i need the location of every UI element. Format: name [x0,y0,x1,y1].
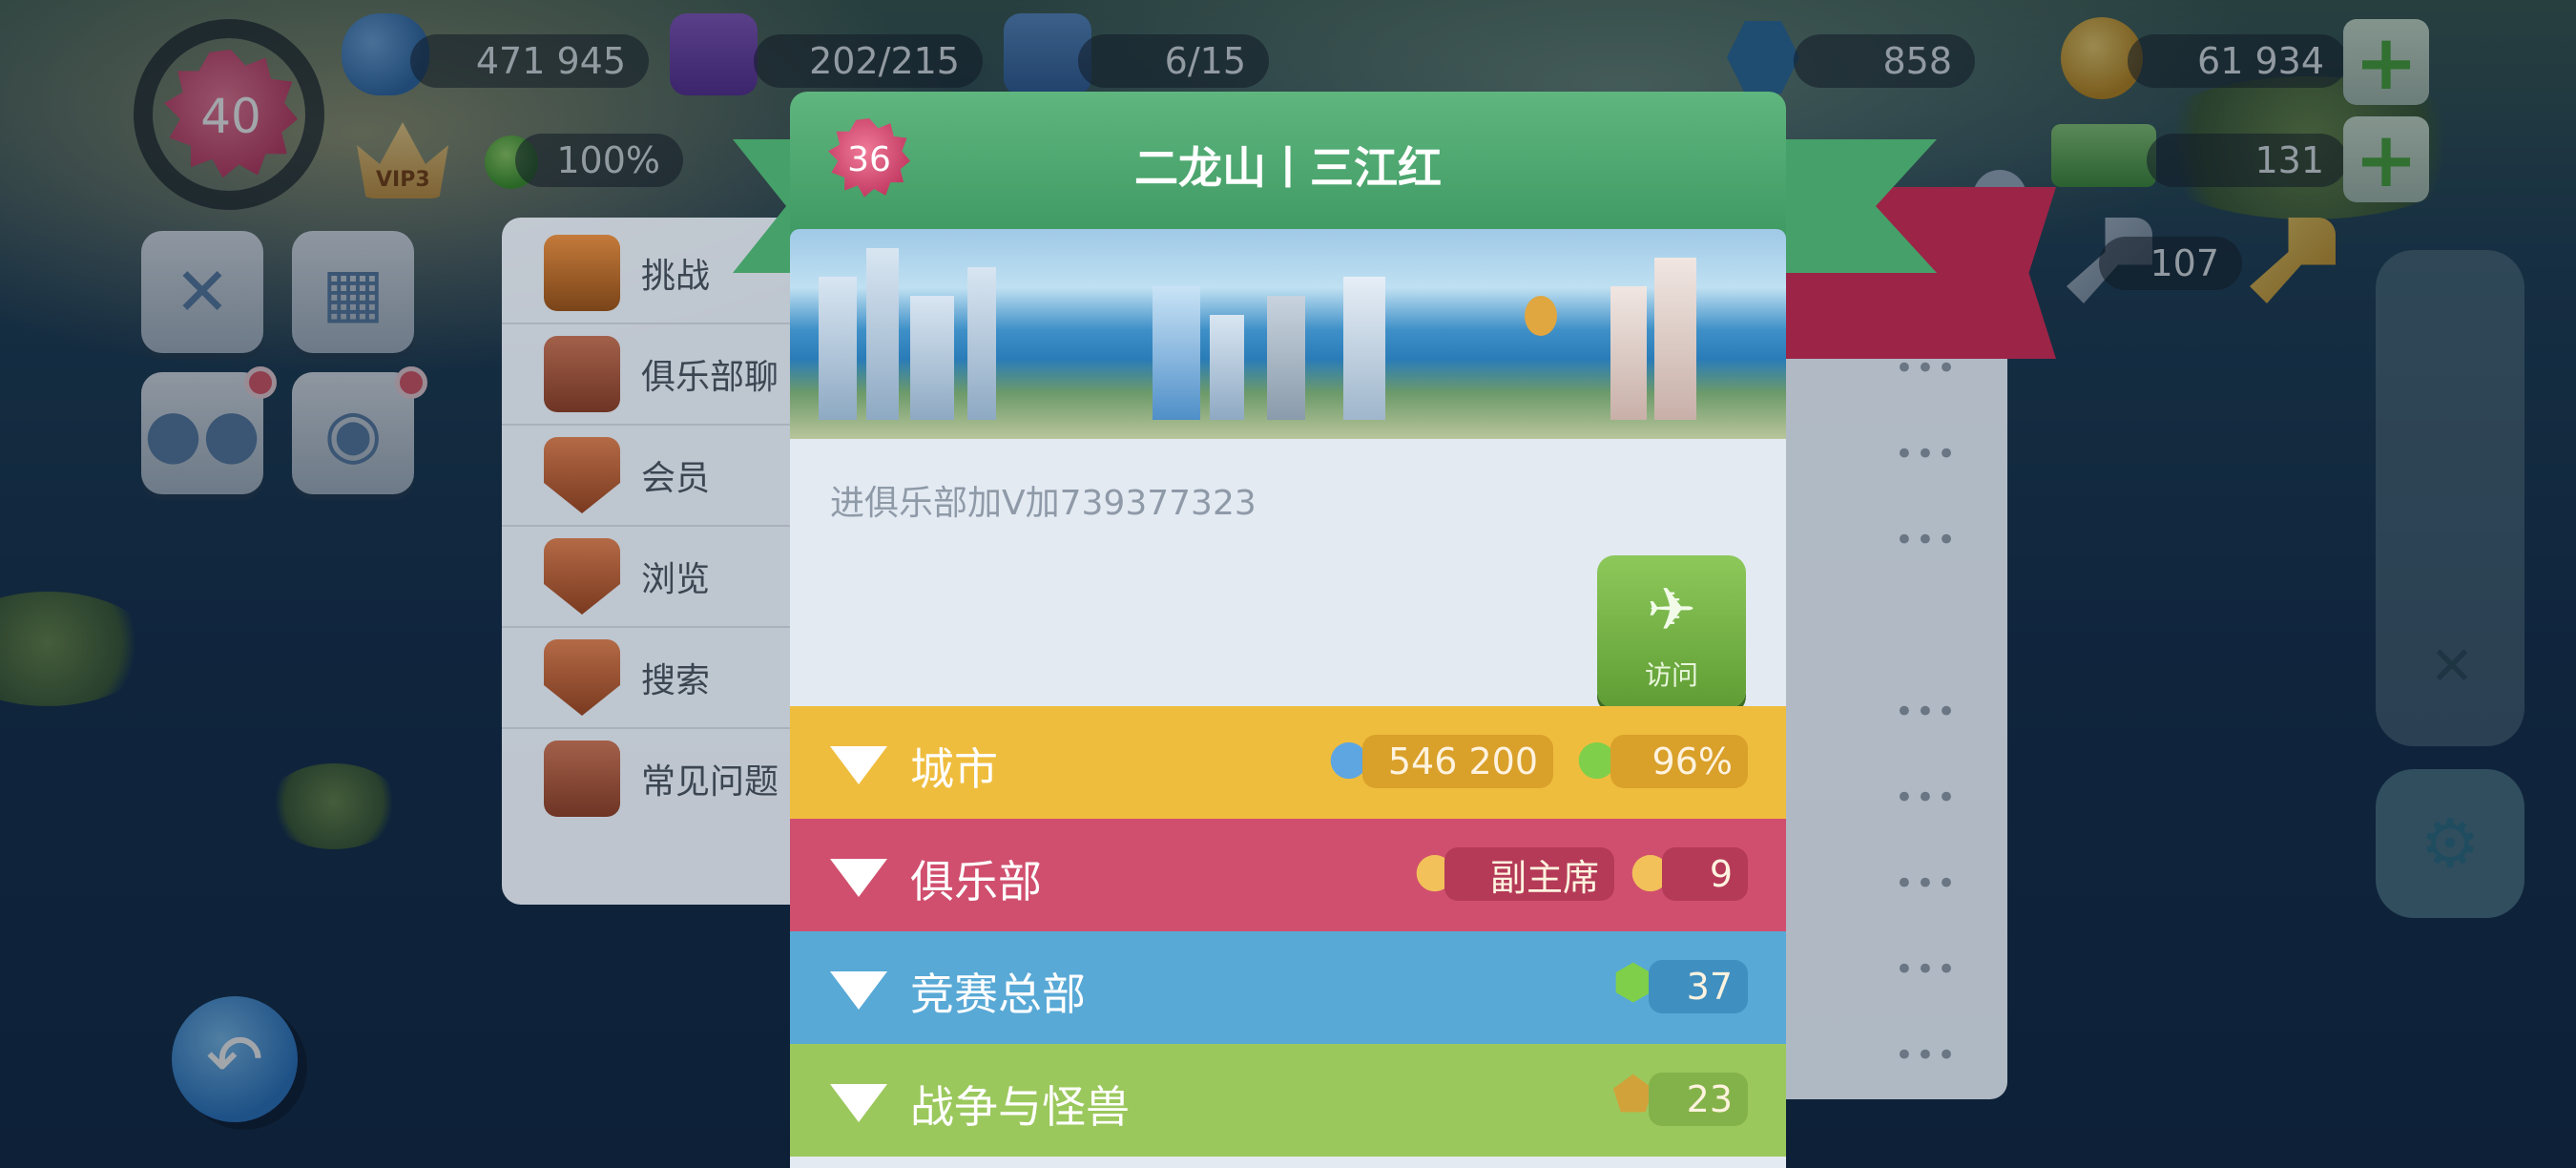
building [1654,258,1696,420]
row-label: 战争与怪兽 [910,1081,1130,1133]
visit-label: 访问 [1644,659,1698,691]
row-contest-hq[interactable]: 竞赛总部 ⬢ 37 [790,931,1786,1044]
hot-air-balloon-icon [1525,296,1557,336]
club-list-panel: ••• ••• ••• ••• ••• ••• ••• ••• [1775,321,2007,1099]
expand-triangle-icon[interactable] [830,859,887,897]
row-label: 俱乐部 [910,856,1042,907]
menu-item-label: 俱乐部聊 [641,358,779,397]
airplane-icon: ✈ [1647,574,1696,644]
city-population-value: 546 200 [1387,740,1538,782]
building [1610,286,1647,420]
menu-item-label: 常见问题 [641,762,779,802]
chat-bubble-icon [544,336,620,412]
expand-triangle-icon[interactable] [830,746,887,784]
more-options-icon[interactable]: ••• [1895,865,1958,903]
visit-button[interactable]: ✈ 访问 [1597,555,1746,708]
club-side-menu: 挑战 俱乐部聊 会员 浏览 搜索 常见问题 [502,218,817,905]
menu-item-members[interactable]: 会员 [502,426,817,527]
menu-item-label: 浏览 [641,560,711,599]
club-name: 二龙山丨三江红 [1134,142,1442,194]
faq-book-icon [544,740,620,817]
menu-item-label: 搜索 [641,661,711,700]
more-options-icon[interactable]: ••• [1895,435,1958,473]
more-options-icon[interactable]: ••• [1895,693,1958,731]
city-banner-image [790,229,1786,439]
menu-item-label: 会员 [641,459,711,498]
club-role-value: 副主席 [1489,856,1599,899]
city-population-stat: 546 200 [1362,735,1553,788]
building [866,248,899,420]
menu-item-browse[interactable]: 浏览 [502,527,817,628]
more-options-icon[interactable]: ••• [1895,521,1958,559]
more-options-icon[interactable]: ••• [1895,779,1958,817]
treasure-chest-icon [544,235,620,311]
city-happiness-stat: 96% [1610,735,1748,788]
expand-triangle-icon[interactable] [830,1084,887,1122]
building [1153,286,1200,420]
contest-value: 37 [1686,966,1733,1008]
club-description: 进俱乐部加V加739377323 [830,484,1257,523]
menu-item-search[interactable]: 搜索 [502,628,817,729]
shield-icon: ⬟ [1612,1067,1654,1122]
club-members-value: 9 [1709,853,1733,895]
club-role-stat: 副主席 [1444,847,1614,901]
menu-item-label: 挑战 [641,257,711,296]
browse-shield-icon [544,538,620,615]
contest-stat: 37 [1649,960,1748,1013]
row-label: 竞赛总部 [910,969,1086,1020]
club-members-stat: 9 [1662,847,1748,901]
more-options-icon[interactable]: ••• [1895,1036,1958,1074]
building [1267,296,1305,420]
menu-item-faq[interactable]: 常见问题 [502,729,817,828]
row-war-monsters[interactable]: 战争与怪兽 ⬟ 23 [790,1044,1786,1157]
building [910,296,954,420]
menu-item-club-chat[interactable]: 俱乐部聊 [502,324,817,426]
more-options-icon[interactable]: ••• [1895,950,1958,989]
dialog-footer-edge [790,1157,1786,1168]
building [1210,315,1244,420]
war-value: 23 [1686,1078,1733,1120]
members-shield-icon [544,437,620,513]
building [1343,277,1385,420]
club-info-dialog: 36 二龙山丨三江红 进俱乐部加V加739377323 ✈ 访问 城市 ● 54… [790,92,1786,1168]
expand-triangle-icon[interactable] [830,971,887,1010]
row-city[interactable]: 城市 ● 546 200 ● 96% [790,706,1786,819]
magnifier-icon [544,639,620,716]
war-stat: 23 [1649,1073,1748,1126]
building [819,277,857,420]
row-club[interactable]: 俱乐部 ● 副主席 ●● 9 [790,819,1786,931]
city-happiness-value: 96% [1652,740,1733,782]
building [967,267,996,420]
row-label: 城市 [910,743,998,795]
